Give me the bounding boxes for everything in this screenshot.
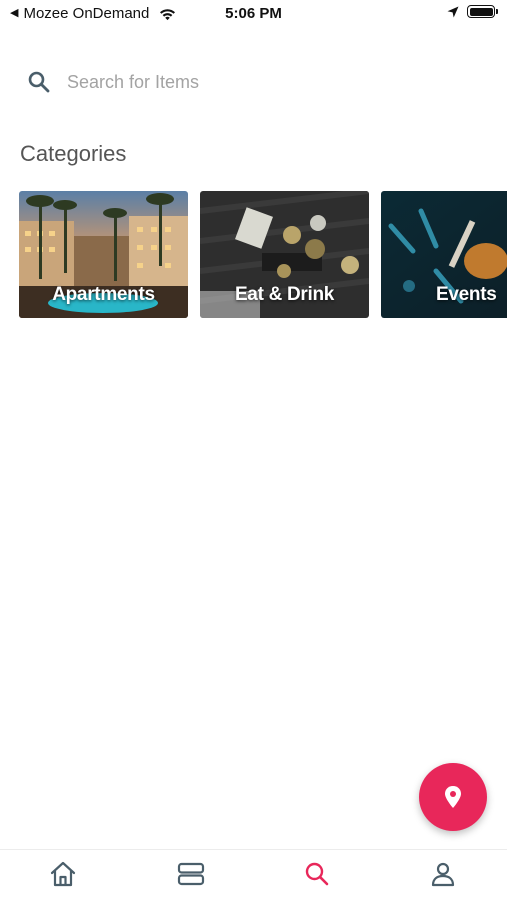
screen: ◀ Mozee OnDemand 5:06 PM Categories <box>0 0 507 900</box>
nav-list[interactable] <box>176 859 206 889</box>
location-arrow-icon <box>447 6 459 17</box>
search-icon <box>28 71 50 93</box>
search-input[interactable] <box>67 71 447 93</box>
category-card-eat-drink[interactable]: Eat & Drink <box>200 191 369 318</box>
categories-title: Categories <box>20 141 127 166</box>
search-bar <box>27 66 477 98</box>
status-right <box>447 5 498 18</box>
categories-carousel[interactable]: Apartments Eat & Drink Events <box>19 191 507 319</box>
bottom-nav <box>0 849 507 900</box>
battery-icon <box>467 5 498 18</box>
home-icon <box>50 861 76 887</box>
category-card-events[interactable]: Events <box>381 191 507 318</box>
status-bar: ◀ Mozee OnDemand 5:06 PM <box>0 0 507 28</box>
category-label: Eat & Drink <box>234 284 335 305</box>
search-icon <box>305 862 329 886</box>
map-location-button[interactable] <box>419 763 487 831</box>
map-pin-icon <box>445 786 461 808</box>
list-icon <box>177 862 205 886</box>
category-card-apartments[interactable]: Apartments <box>19 191 188 318</box>
nav-profile[interactable] <box>428 859 458 889</box>
nav-home[interactable] <box>48 859 78 889</box>
nav-search[interactable] <box>302 859 332 889</box>
profile-icon <box>431 862 455 887</box>
category-label: Events <box>436 284 497 305</box>
status-time: 5:06 PM <box>225 5 282 22</box>
category-label: Apartments <box>52 284 155 305</box>
